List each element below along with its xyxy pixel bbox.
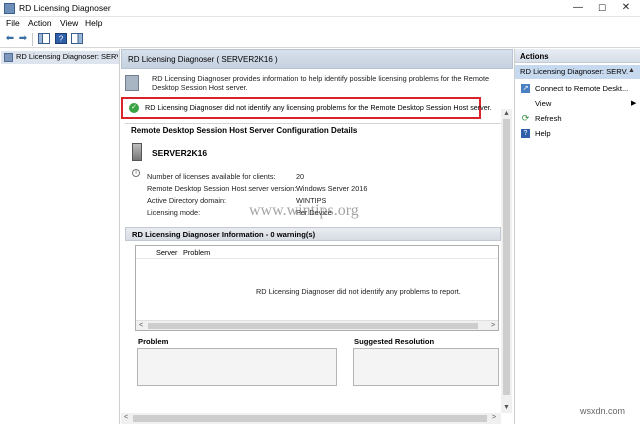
center-header: RD Licensing Diagnoser ( SERVER2K16 ) <box>121 49 513 69</box>
warnings-section-header: RD Licensing Diagnoser Information - 0 w… <box>125 227 501 241</box>
back-button[interactable]: ⬅ <box>3 33 17 46</box>
center-vertical-scrollbar[interactable]: ▲ ▼ <box>501 109 512 413</box>
scroll-up-icon[interactable]: ▲ <box>501 109 512 119</box>
menu-help[interactable]: Help <box>85 18 102 28</box>
action-help[interactable]: ? Help <box>515 126 640 141</box>
action-label: Help <box>535 129 551 138</box>
detail-label: Remote Desktop Session Host server versi… <box>147 184 297 193</box>
diagnoser-icon <box>4 53 13 62</box>
collapse-up-icon[interactable]: ▲ <box>628 67 635 74</box>
actions-pane: Actions RD Licensing Diagnoser: SERV... … <box>514 49 640 424</box>
config-section-title: Remote Desktop Session Host Server Confi… <box>131 126 358 135</box>
refresh-icon: ⟳ <box>521 113 530 123</box>
window-title: RD Licensing Diagnoser <box>19 3 111 13</box>
center-vertical-thumb[interactable] <box>503 119 510 395</box>
center-horizontal-scrollbar[interactable]: < > <box>121 413 501 424</box>
center-horizontal-thumb[interactable] <box>133 415 487 422</box>
action-label: Connect to Remote Deskt... <box>535 84 629 93</box>
help-icon: ? <box>521 129 530 138</box>
tree-item-rd-licensing-diagnoser[interactable]: RD Licensing Diagnoser: SERVER2K16 <box>1 51 119 64</box>
actions-group-title: RD Licensing Diagnoser: SERV... <box>520 67 628 76</box>
action-view[interactable]: View ▶ <box>515 96 640 111</box>
menu-action[interactable]: Action <box>28 18 52 28</box>
toolbar: ⬅ ➡ ? <box>0 31 640 48</box>
info-icon: i <box>132 169 140 177</box>
title-bar: RD Licensing Diagnoser — ☐ ✕ <box>0 0 640 17</box>
show-hide-console-tree-button[interactable] <box>37 33 51 46</box>
column-header-server[interactable]: Server <box>156 248 178 257</box>
resolution-label: Suggested Resolution <box>354 337 435 346</box>
forward-button[interactable]: ➡ <box>16 33 30 46</box>
maximize-button[interactable]: ☐ <box>590 0 614 17</box>
minimize-button[interactable]: — <box>566 0 590 17</box>
svg-text:?: ? <box>59 35 64 44</box>
problems-grid[interactable]: Server Problem RD Licensing Diagnoser di… <box>135 245 499 331</box>
server-icon <box>132 143 142 161</box>
help-book-icon: ? <box>55 33 67 44</box>
app-icon <box>4 3 15 14</box>
problem-label: Problem <box>138 337 169 346</box>
scroll-left-icon[interactable]: < <box>121 413 131 423</box>
menu-view[interactable]: View <box>60 18 78 28</box>
toolbar-separator <box>32 33 33 46</box>
detail-value: 20 <box>296 172 305 181</box>
resolution-textbox[interactable] <box>353 348 499 386</box>
action-label: View <box>535 99 552 108</box>
close-button[interactable]: ✕ <box>614 0 638 17</box>
corner-watermark: wsxdn.com <box>580 406 626 416</box>
grid-scroll-thumb[interactable] <box>148 323 478 329</box>
grid-empty-message: RD Licensing Diagnoser did not identify … <box>256 287 461 296</box>
properties-icon <box>71 33 83 44</box>
scroll-left-icon[interactable]: < <box>136 321 146 331</box>
actions-title: Actions <box>520 52 549 61</box>
status-highlight-box: ✓ RD Licensing Diagnoser did not identif… <box>121 97 492 119</box>
actions-header: Actions <box>515 49 640 63</box>
warnings-title: RD Licensing Diagnoser Information - 0 w… <box>132 230 316 239</box>
center-header-title: RD Licensing Diagnoser ( SERVER2K16 ) <box>128 55 278 64</box>
help-toolbar-button[interactable]: ? <box>54 33 68 46</box>
scroll-down-icon[interactable]: ▼ <box>501 403 512 413</box>
check-ok-icon: ✓ <box>129 103 139 113</box>
actions-group-header[interactable]: RD Licensing Diagnoser: SERV... ▲ <box>515 65 640 79</box>
grid-header-divider <box>136 258 498 259</box>
problem-textbox[interactable] <box>137 348 337 386</box>
column-header-problem[interactable]: Problem <box>183 248 210 257</box>
action-refresh[interactable]: ⟳ Refresh <box>515 111 640 126</box>
menu-bar: File Action View Help <box>0 17 640 31</box>
detail-label: Number of licenses available for clients… <box>147 172 276 181</box>
properties-toolbar-button[interactable] <box>70 33 84 46</box>
tree-item-label: RD Licensing Diagnoser: SERVER2K16 <box>16 52 118 61</box>
detail-value: Windows Server 2016 <box>296 184 368 193</box>
action-connect-remote-desktop[interactable]: ↗ Connect to Remote Deskt... <box>515 81 640 96</box>
console-tree-pane: RD Licensing Diagnoser: SERVER2K16 <box>0 49 120 424</box>
submenu-arrow-icon: ▶ <box>631 100 637 107</box>
description-text: RD Licensing Diagnoser provides informat… <box>152 74 490 92</box>
section-divider <box>125 123 501 124</box>
grid-horizontal-scrollbar[interactable]: < > <box>136 320 498 330</box>
wintips-watermark: www.wintips.org <box>249 202 359 219</box>
detail-label: Licensing mode: <box>147 208 201 217</box>
server-name: SERVER2K16 <box>152 148 208 158</box>
scroll-right-icon[interactable]: > <box>488 321 498 331</box>
console-tree-icon <box>38 33 50 44</box>
connect-icon: ↗ <box>521 84 530 93</box>
action-label: Refresh <box>535 114 562 123</box>
center-pane: RD Licensing Diagnoser ( SERVER2K16 ) RD… <box>121 49 513 424</box>
detail-label: Active Directory domain: <box>147 196 227 205</box>
status-message: RD Licensing Diagnoser did not identify … <box>145 103 492 112</box>
menu-file[interactable]: File <box>6 18 20 28</box>
licensing-diagnoser-icon <box>125 75 139 91</box>
scroll-right-icon[interactable]: > <box>489 413 499 423</box>
